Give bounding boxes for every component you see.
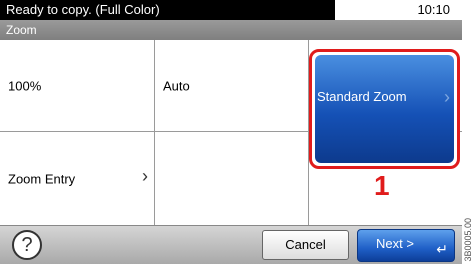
standard-zoom-button-face: Standard Zoom › (315, 55, 454, 163)
bottom-bar: ? Cancel Next > ↵ (0, 225, 462, 264)
enter-icon: ↵ (436, 241, 448, 257)
next-button-label: Next > (376, 236, 414, 251)
next-button[interactable]: Next > ↵ (357, 229, 455, 262)
option-100-percent[interactable]: 100% (0, 40, 155, 132)
option-auto[interactable]: Auto (155, 40, 309, 132)
option-label: Auto (163, 78, 190, 93)
clock: 10:10 (417, 2, 450, 17)
status-message: Ready to copy. (Full Color) (0, 0, 335, 20)
chevron-right-icon: › (142, 166, 148, 186)
help-icon[interactable]: ? (12, 230, 42, 260)
option-label: 100% (8, 78, 42, 93)
status-bar: Ready to copy. (Full Color) 10:10 (0, 0, 462, 21)
standard-zoom-button[interactable]: Standard Zoom › (309, 49, 460, 169)
copy-panel-screen: Ready to copy. (Full Color) 10:10 Zoom 1… (0, 0, 462, 264)
option-zoom-entry[interactable]: Zoom Entry › (0, 132, 155, 225)
empty-cell (155, 132, 309, 225)
cancel-button[interactable]: Cancel (262, 230, 349, 260)
chevron-right-icon: › (444, 87, 450, 107)
screen-title: Zoom (0, 20, 462, 40)
option-label: Standard Zoom (317, 89, 407, 104)
option-label: Zoom Entry (8, 171, 76, 186)
step-callout-number: 1 (374, 170, 390, 201)
figure-code: 3B0005.00 (463, 218, 473, 262)
